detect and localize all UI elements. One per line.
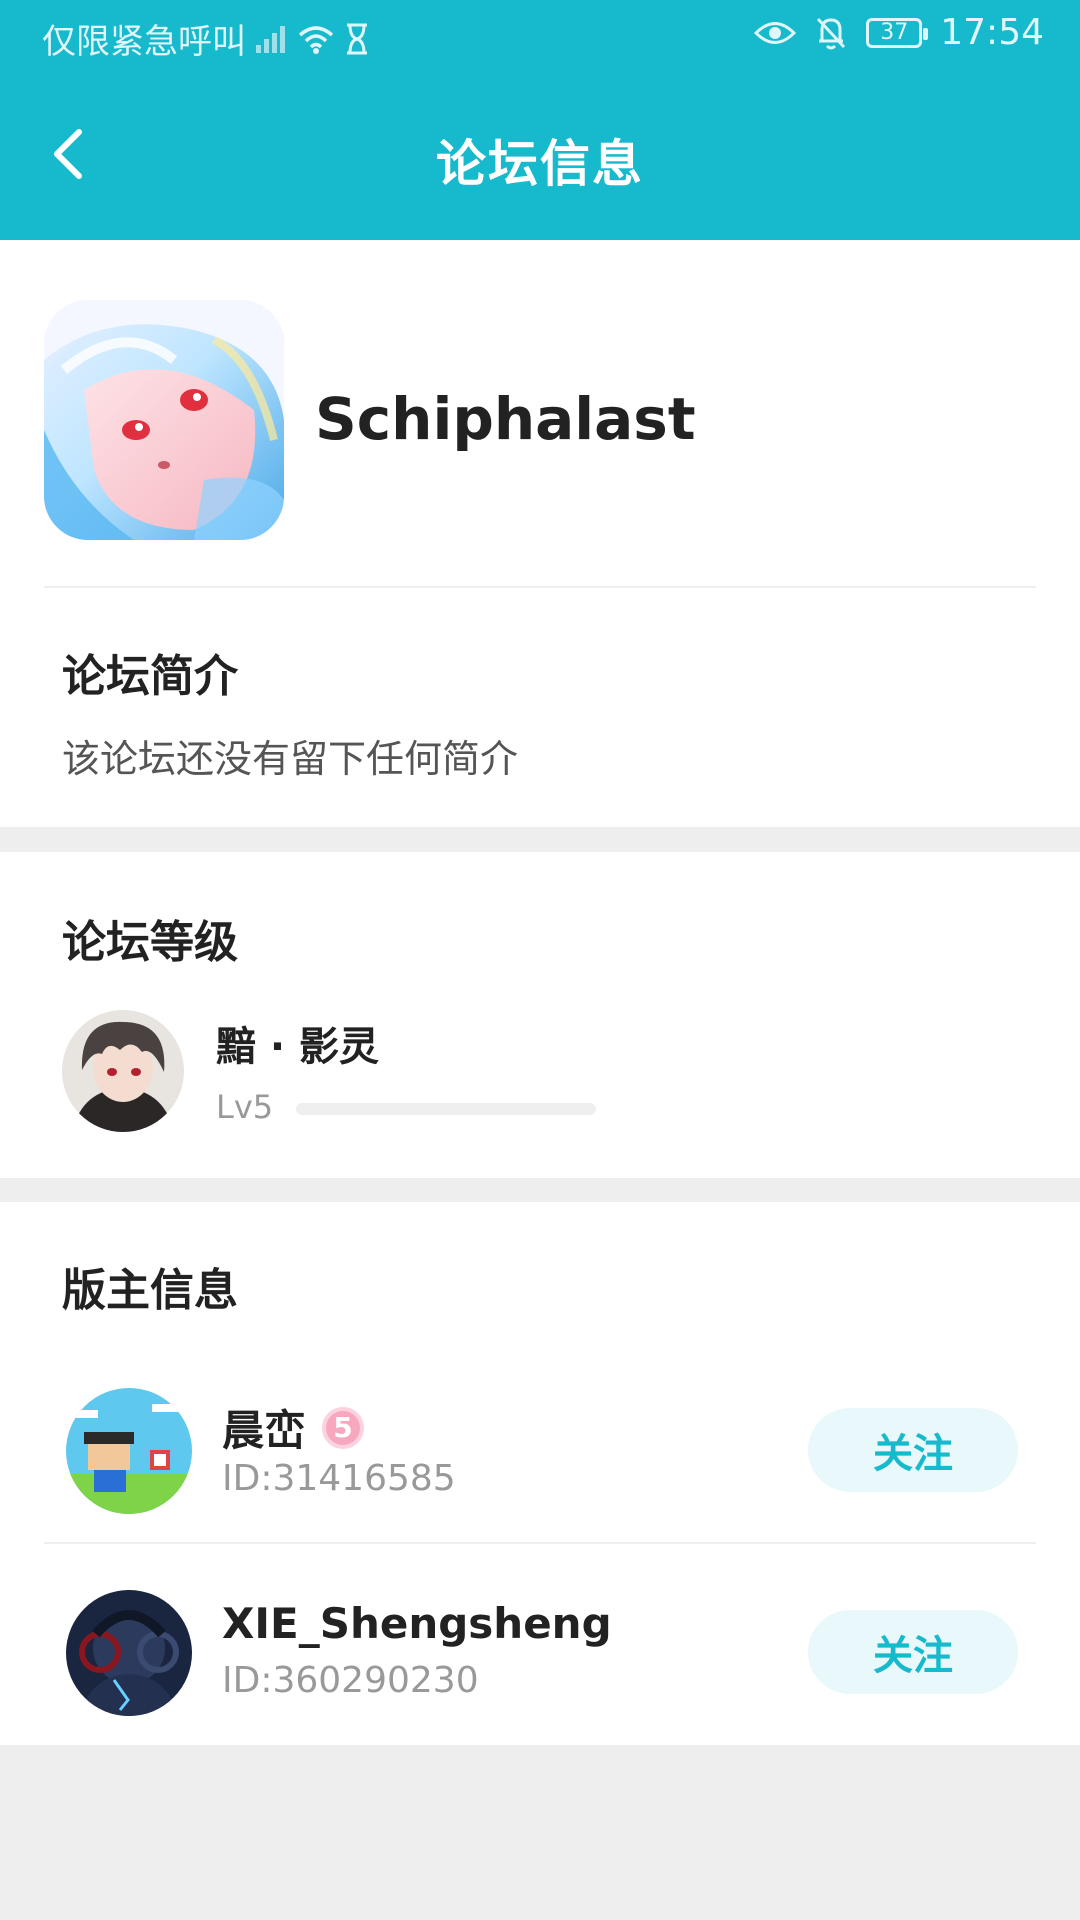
status-left: 仅限紧急呼叫 <box>42 14 370 63</box>
forum-avatar-art <box>44 300 284 540</box>
divider <box>44 586 1036 588</box>
intro-title: 论坛简介 <box>62 651 238 702</box>
level-avatar-art <box>62 1010 184 1132</box>
battery-icon: 37 <box>866 17 929 48</box>
follow-button[interactable]: 关注 <box>808 1408 1018 1492</box>
moderator-name: 晨峦 5 <box>222 1397 365 1458</box>
moderator-avatar-art <box>66 1388 192 1514</box>
clock: 17:54 <box>940 12 1044 53</box>
wifi-icon <box>298 25 334 54</box>
battery-level: 37 <box>880 20 909 45</box>
status-right: 37 17:54 <box>754 12 1044 53</box>
moderator-name-text: 晨峦 <box>222 1406 307 1455</box>
moderators-title: 版主信息 <box>62 1265 238 1316</box>
title-bar: 论坛信息 <box>0 76 1080 240</box>
status-bar: 仅限紧急呼叫 37 17:54 <box>0 0 1080 76</box>
eye-icon <box>754 21 797 44</box>
avatar[interactable] <box>66 1590 192 1716</box>
level-avatar <box>62 1010 184 1132</box>
forum-level-card: 论坛等级 黯 · 影灵 Lv5 <box>0 852 1080 1178</box>
level-badge: 5 <box>322 1406 365 1449</box>
moderators-card: 版主信息 晨峦 5 ID:31416585 关注 XIE_Shengsheng … <box>0 1202 1080 1745</box>
forum-info-card: Schiphalast 论坛简介 该论坛还没有留下任何简介 <box>0 240 1080 827</box>
moderator-name-text: XIE_Shengsheng <box>222 1599 612 1648</box>
level-name: 黯 · 影灵 <box>216 1024 380 1070</box>
carrier-text: 仅限紧急呼叫 <box>42 22 246 62</box>
follow-button[interactable]: 关注 <box>808 1610 1018 1694</box>
avatar[interactable] <box>66 1388 192 1514</box>
forum-name: Schiphalast <box>315 385 696 453</box>
level-title: 论坛等级 <box>62 917 238 968</box>
top-bar: 仅限紧急呼叫 37 17:54 论坛信息 <box>0 0 1080 240</box>
page-title: 论坛信息 <box>436 135 644 193</box>
intro-text: 该论坛还没有留下任何简介 <box>62 737 519 781</box>
moderator-id: ID:31416585 <box>222 1458 456 1499</box>
level-label: Lv5 <box>216 1088 274 1126</box>
moderator-avatar-art <box>66 1590 192 1716</box>
list-item: XIE_Shengsheng ID:360290230 关注 <box>0 1544 1080 1744</box>
moderator-name: XIE_Shengsheng <box>222 1599 612 1648</box>
forum-icon-image <box>44 300 284 540</box>
hourglass-icon <box>347 23 367 54</box>
moderator-id: ID:360290230 <box>222 1660 479 1701</box>
bell-muted-icon <box>817 17 846 49</box>
list-item: 晨峦 5 ID:31416585 关注 <box>0 1342 1080 1542</box>
signal-icon <box>256 25 285 53</box>
level-progress-bar <box>296 1103 596 1115</box>
